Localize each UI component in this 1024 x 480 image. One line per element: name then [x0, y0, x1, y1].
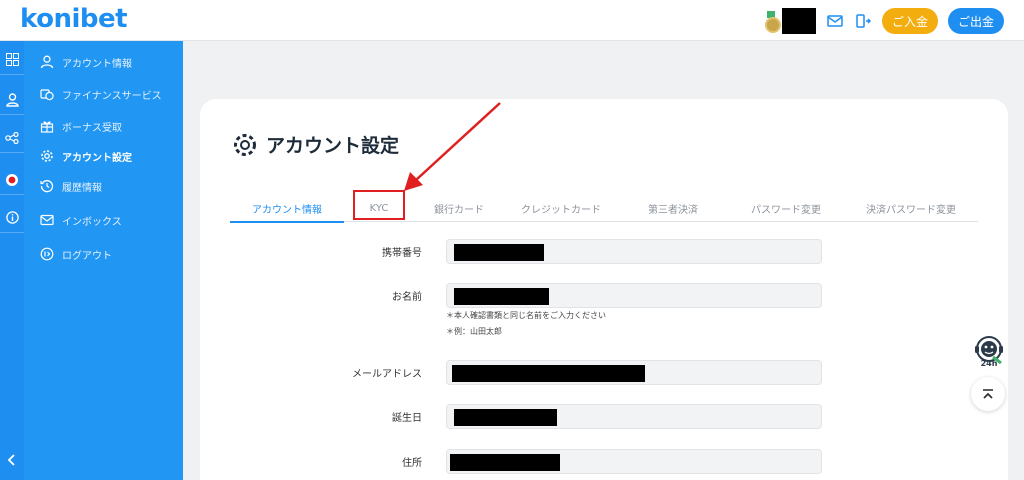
sidebar-item-history[interactable]: 履歴情報 — [40, 176, 102, 196]
redacted-value — [454, 409, 557, 426]
sidebar-item-bonus[interactable]: ボーナス受取 — [40, 116, 122, 136]
sidebar-item-inbox[interactable]: インボックス — [40, 210, 122, 230]
sidebar: アカウント情報 ファイナンスサービス ボーナス受取 アカウント設定 履歴情報 イ… — [24, 41, 183, 480]
sidebar-item-logout[interactable]: ログアウト — [40, 244, 112, 264]
name-hint: ＊本人確認書類と同じ名前をご入力ください — [446, 311, 606, 320]
tab-account-info[interactable]: アカウント情報 — [230, 194, 344, 223]
collapse-chevron-icon[interactable] — [0, 440, 24, 480]
info-icon[interactable] — [0, 203, 24, 233]
birthday-label: 誕生日 — [392, 413, 422, 424]
top-header: konibet ご入金 ご出金 — [0, 0, 1024, 41]
name-label: お名前 — [392, 292, 422, 303]
redacted-value — [452, 365, 645, 382]
redacted-value — [454, 244, 544, 261]
user-icon[interactable] — [0, 85, 24, 115]
coins-icon — [40, 89, 54, 101]
support-badge-text: 24h — [981, 359, 998, 368]
phone-label: 携帯番号 — [382, 248, 422, 259]
redacted-value — [454, 288, 549, 305]
deposit-button[interactable]: ご入金 — [882, 8, 938, 34]
sidebar-item-label: インボックス — [62, 216, 122, 228]
sidebar-item-account-info[interactable]: アカウント情報 — [40, 52, 132, 72]
sidebar-item-label: ボーナス受取 — [62, 122, 122, 134]
phone-field[interactable] — [446, 239, 822, 264]
sidebar-item-label: アカウント情報 — [62, 58, 132, 70]
tab-password-change[interactable]: パスワード変更 — [728, 194, 844, 222]
gear-icon — [41, 150, 53, 162]
logout-icon — [40, 247, 54, 261]
logo[interactable]: konibet — [20, 4, 128, 34]
live-icon[interactable] — [0, 165, 24, 195]
tab-bank-card[interactable]: 銀行カード — [414, 194, 504, 222]
redacted-value — [450, 454, 560, 471]
chevron-up-icon — [983, 389, 993, 399]
sidebar-item-finance[interactable]: ファイナンスサービス — [40, 84, 162, 104]
name-example: ＊例：山田太郎 — [446, 327, 502, 336]
tab-credit-card[interactable]: クレジットカード — [504, 194, 618, 222]
address-field[interactable] — [446, 449, 822, 474]
settings-tabs: アカウント情報 KYC 銀行カード クレジットカード 第三者決済 パスワード変更… — [230, 194, 978, 223]
account-settings-card: アカウント設定 アカウント情報 KYC 銀行カード クレジットカード 第三者決済… — [200, 99, 1008, 480]
gift-icon — [40, 121, 54, 133]
share-icon[interactable] — [0, 123, 24, 153]
email-field[interactable] — [446, 360, 822, 385]
user-icon — [40, 55, 54, 69]
kyc-highlight-box — [353, 190, 405, 220]
page-title: アカウント設定 — [232, 131, 399, 158]
scroll-to-top-button[interactable] — [971, 377, 1005, 411]
history-icon — [40, 180, 54, 193]
sidebar-item-label: ログアウト — [62, 250, 112, 262]
grid-icon[interactable] — [0, 45, 24, 75]
medal-icon[interactable] — [764, 11, 781, 33]
icon-rail — [0, 41, 24, 480]
mail-icon[interactable] — [826, 12, 844, 30]
tab-third-party-payment[interactable]: 第三者決済 — [618, 194, 728, 222]
email-label: メールアドレス — [352, 369, 422, 380]
sidebar-item-account-settings[interactable]: アカウント設定 — [40, 146, 132, 166]
address-label: 住所 — [402, 458, 422, 469]
tab-payment-password-change[interactable]: 決済パスワード変更 — [844, 194, 978, 222]
sidebar-item-label: アカウント設定 — [62, 152, 132, 164]
gear-icon — [234, 133, 256, 156]
logout-icon[interactable] — [854, 12, 872, 30]
support-24h-icon[interactable]: 24h — [971, 333, 1007, 369]
birthday-field[interactable] — [446, 404, 822, 429]
page-title-text: アカウント設定 — [266, 135, 400, 157]
withdraw-button[interactable]: ご出金 — [948, 8, 1004, 34]
header-actions: ご入金 ご出金 — [764, 8, 1004, 34]
sidebar-item-label: ファイナンスサービス — [62, 90, 162, 102]
sidebar-item-label: 履歴情報 — [62, 182, 102, 194]
name-field[interactable] — [446, 283, 822, 308]
username-redacted — [782, 8, 816, 34]
mail-icon — [40, 214, 54, 226]
